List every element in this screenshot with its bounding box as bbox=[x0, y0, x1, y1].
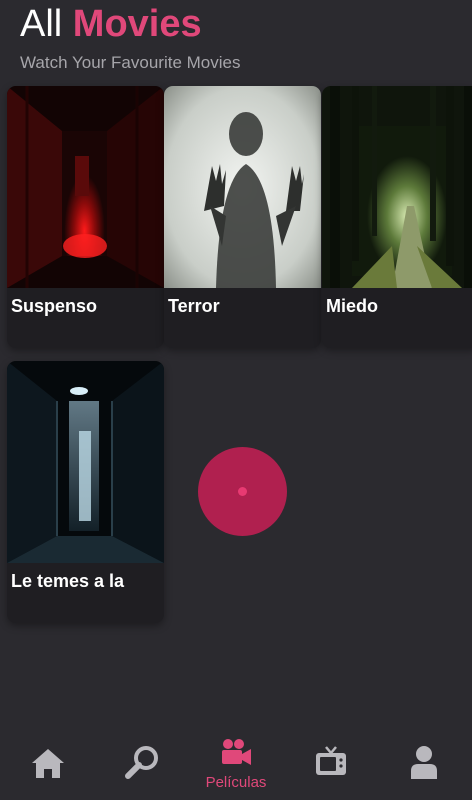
bottom-navigation: Películas bbox=[0, 730, 472, 800]
movie-poster bbox=[7, 361, 164, 563]
page-header: All Movies Watch Your Favourite Movies bbox=[20, 4, 240, 73]
page-title: All Movies bbox=[20, 4, 240, 44]
home-icon bbox=[32, 749, 64, 778]
movie-card[interactable]: Miedo bbox=[322, 86, 472, 348]
movie-title: Le temes a la bbox=[11, 571, 125, 591]
movie-title: Terror bbox=[168, 296, 220, 316]
nav-item-tv[interactable] bbox=[308, 730, 356, 800]
video-camera-icon bbox=[222, 739, 251, 765]
movie-title: Suspenso bbox=[11, 296, 98, 316]
floating-action-button[interactable] bbox=[198, 447, 287, 536]
nav-item-profile[interactable] bbox=[400, 730, 448, 800]
nav-label-peliculas: Películas bbox=[205, 774, 267, 791]
nav-item-search[interactable] bbox=[118, 730, 166, 800]
nav-item-home[interactable] bbox=[24, 730, 72, 800]
title-prefix: All bbox=[20, 3, 63, 45]
movie-card[interactable]: Le temes a la bbox=[7, 361, 164, 623]
movie-card[interactable]: Suspenso bbox=[7, 86, 164, 348]
movie-poster bbox=[7, 86, 164, 288]
search-icon bbox=[125, 746, 158, 779]
movie-poster bbox=[164, 86, 321, 288]
tv-icon bbox=[316, 746, 346, 775]
movie-poster bbox=[322, 86, 472, 288]
nav-item-peliculas[interactable]: Películas bbox=[196, 730, 276, 800]
movie-title: Miedo bbox=[326, 296, 378, 316]
movie-card[interactable]: Terror bbox=[164, 86, 321, 348]
page-subtitle: Watch Your Favourite Movies bbox=[20, 53, 241, 72]
user-icon bbox=[411, 746, 437, 779]
title-accent: Movies bbox=[72, 3, 202, 45]
touch-indicator-dot bbox=[238, 487, 247, 496]
